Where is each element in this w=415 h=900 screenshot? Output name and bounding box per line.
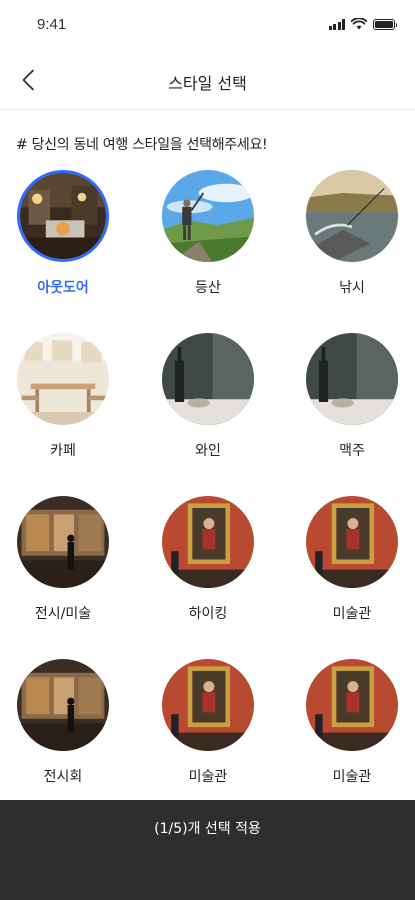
style-label: 와인 [195,443,221,459]
painting-icon [162,659,254,751]
apply-selection-label: (1/5)개 선택 적용 [154,821,261,837]
style-label: 전시/미술 [34,606,92,622]
style-item-outdoor[interactable]: 아웃도어 [3,170,123,320]
style-label: 미술관 [332,769,372,785]
style-item-exhibition[interactable]: 전시회 [3,659,123,809]
style-item-exhibition-art[interactable]: 전시/미술 [3,496,123,646]
style-label: 하이킹 [188,606,228,622]
battery-icon [373,19,397,30]
instruction-text: # 당신의 동네 여행 스타일을 선택해주세요! [16,137,268,153]
style-item-art-museum[interactable]: 미술관 [292,496,412,646]
wifi-icon [351,18,367,30]
status-bar: 9:41 [0,0,415,50]
style-item-hiking-2[interactable]: 하이킹 [148,496,268,646]
status-icons [328,18,397,30]
exhibition-icon [17,659,109,751]
style-item-hiking[interactable]: 등산 [148,170,268,320]
style-item-fishing[interactable]: 낚시 [292,170,412,320]
page-title: 스타일 선택 [168,74,247,93]
nav-bar: 스타일 선택 [0,50,415,110]
painting-icon [162,496,254,588]
style-label: 아웃도어 [37,280,89,296]
fishing-icon [306,170,398,262]
style-item-art-museum-3[interactable]: 미술관 [292,659,412,809]
style-label: 미술관 [188,769,228,785]
style-item-wine[interactable]: 와인 [148,333,268,483]
painting-icon [306,659,398,751]
style-label: 등산 [195,280,221,296]
signal-icon [328,19,345,30]
beer-icon [306,333,398,425]
exhibition-icon [17,496,109,588]
style-item-cafe[interactable]: 카페 [3,333,123,483]
camping-icon [17,170,109,262]
style-item-art-museum-2[interactable]: 미술관 [148,659,268,809]
status-time: 9:41 [37,16,67,33]
apply-selection-button[interactable]: (1/5)개 선택 적용 [0,800,415,900]
painting-icon [306,496,398,588]
style-label: 전시회 [43,769,83,785]
style-label: 카페 [50,443,76,459]
cafe-icon [17,333,109,425]
style-label: 낚시 [339,280,365,296]
hiking-icon [162,170,254,262]
style-item-beer[interactable]: 맥주 [292,333,412,483]
wine-icon [162,333,254,425]
style-label: 미술관 [332,606,372,622]
style-label: 맥주 [339,443,365,459]
